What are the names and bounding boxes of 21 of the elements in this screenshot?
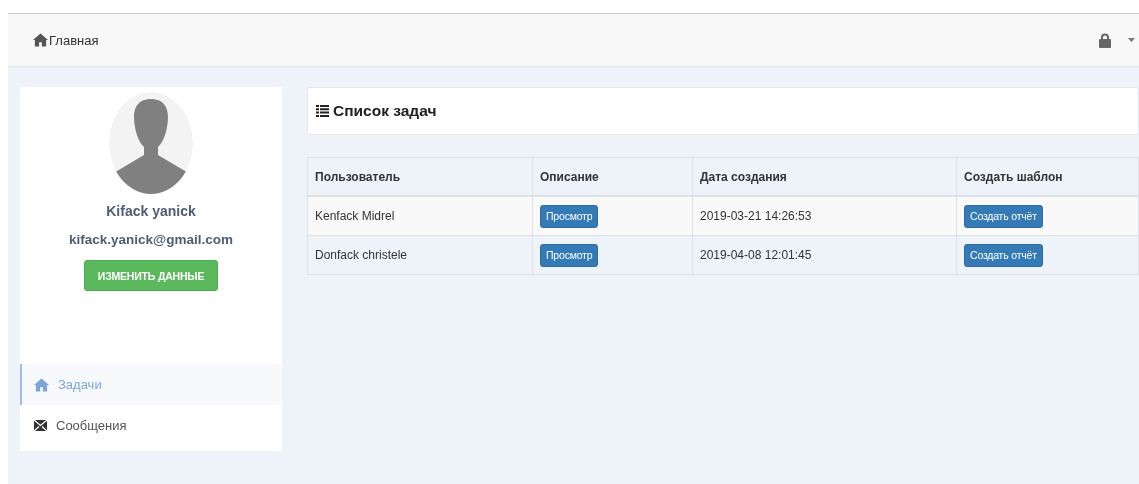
table-cell: Kenfack Midrel [307, 196, 533, 236]
table-cell: 2019-04-08 12:01:45 [692, 235, 957, 275]
create-report-button[interactable]: Создать отчёт [964, 243, 1043, 267]
lock-icon[interactable] [1099, 32, 1111, 48]
create-report-button[interactable]: Создать отчёт [964, 204, 1043, 228]
sidebar-item[interactable]: Задачи [20, 364, 282, 405]
envelope-icon [34, 420, 47, 431]
home-icon [34, 377, 49, 392]
home-link[interactable]: Главная [33, 32, 99, 48]
user-name: Kifack yanick [106, 203, 196, 219]
view-button[interactable]: Просмотр [540, 204, 599, 228]
caret-icon[interactable] [1128, 38, 1135, 42]
panel-title: Список задач [333, 102, 437, 120]
sidebar-item[interactable]: Сообщения [20, 405, 282, 446]
edit-profile-button[interactable]: ИЗМЕНИТЬ ДАННЫЕ [83, 260, 219, 291]
table-cell: 2019-03-21 14:26:53 [692, 196, 957, 236]
home-icon [33, 33, 48, 47]
table-cell: Donfack christele [307, 235, 533, 275]
view-button[interactable]: Просмотр [540, 243, 599, 267]
list-icon [316, 105, 329, 117]
user-email: kifack.yanick@gmail.com [69, 232, 233, 247]
